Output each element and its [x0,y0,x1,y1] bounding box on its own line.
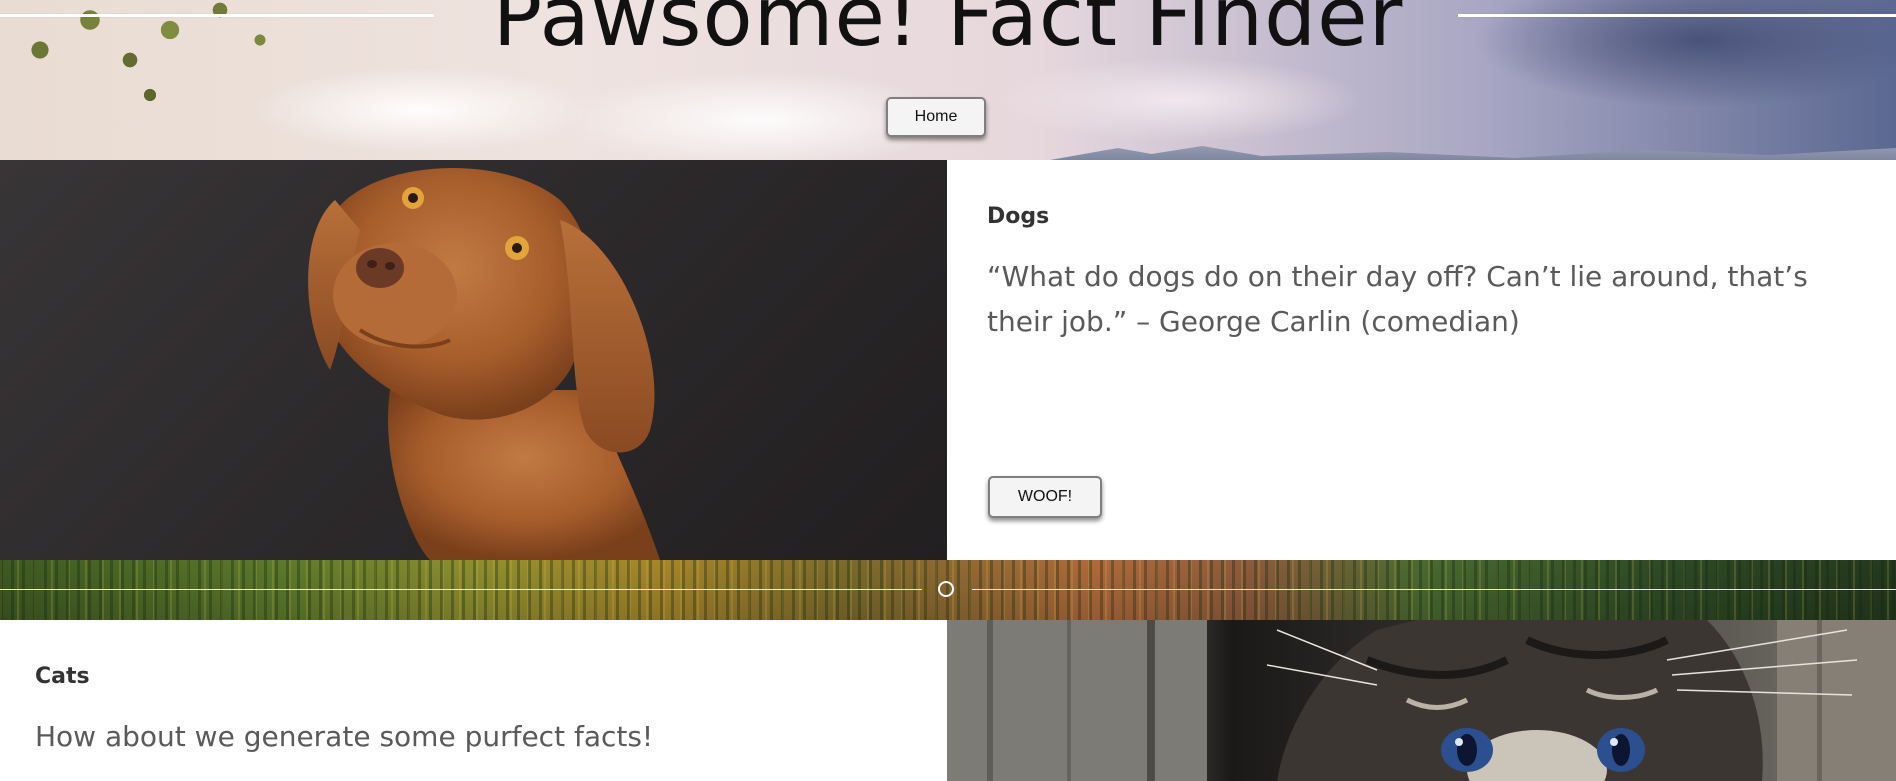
site-header: Pawsome! Fact Finder Home [0,0,1896,160]
cats-card: Cats How about we generate some purfect … [0,620,947,781]
dog-photo [0,160,947,560]
divider-circle-icon [938,581,954,597]
divider-line-right [972,589,1896,590]
divider-line-left [0,589,922,590]
cats-title: Cats [35,664,90,689]
header-mountains [1050,146,1896,160]
dogs-title: Dogs [987,204,1050,229]
home-button[interactable]: Home [886,97,986,137]
dogs-quote: “What do dogs do on their day off? Can’t… [987,260,1808,338]
dog-illustration [308,167,660,560]
site-title: Pawsome! Fact Finder [492,0,1404,65]
kitten-illustration [947,620,1896,781]
woof-button[interactable]: WOOF! [988,476,1102,518]
kitten-photo [947,620,1896,781]
cats-text: How about we generate some purfect facts… [35,720,654,753]
dogs-card: Dogs “What do dogs do on their day off? … [947,160,1896,560]
